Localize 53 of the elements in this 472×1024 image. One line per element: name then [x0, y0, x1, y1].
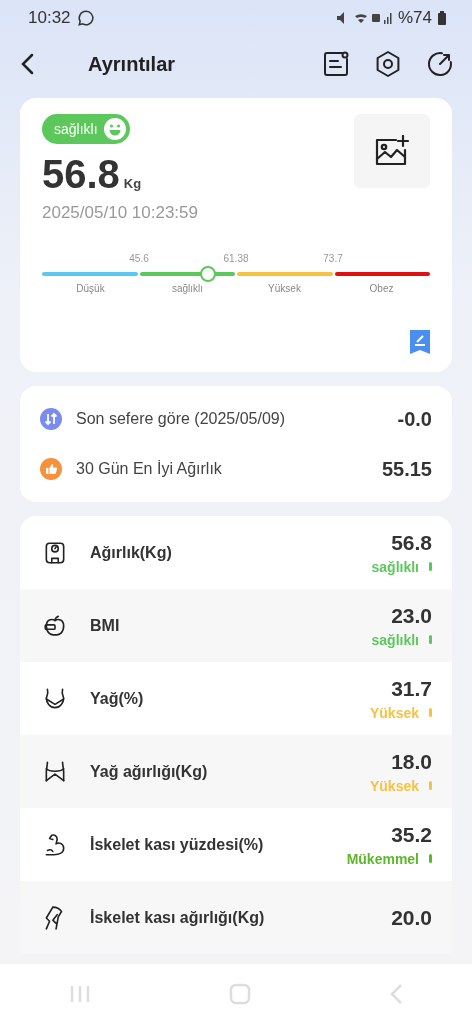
- threshold-label: 45.6: [129, 253, 149, 266]
- metric-label: Yağ(%): [90, 689, 145, 708]
- battery-percent: %74: [397, 8, 432, 28]
- metric-value: 35.2: [391, 822, 432, 847]
- metric-status: sağlıklı: [371, 558, 419, 575]
- metric-row[interactable]: Yağ(%) 31.7 Yüksek: [20, 662, 452, 735]
- thumbs-up-icon: [40, 458, 62, 480]
- metric-label: BMI: [90, 616, 121, 635]
- note-icon[interactable]: [322, 50, 350, 78]
- battery-icon: [438, 11, 446, 25]
- page-title: Ayrıntılar: [88, 52, 177, 76]
- settings-icon[interactable]: [374, 50, 402, 78]
- metric-row[interactable]: Ağırlık(Kg) 56.8 sağlıklı: [20, 516, 452, 589]
- range-label: Yüksek: [267, 283, 302, 294]
- threshold-label: 61.38: [223, 253, 249, 266]
- status-icons-drawing: [335, 10, 392, 26]
- smiley-icon: [102, 117, 127, 141]
- metric-label: İskelet kası yüzdesi(%): [90, 835, 265, 854]
- share-icon[interactable]: [426, 50, 454, 78]
- metric-row[interactable]: İskelet kası ağırlığı(Kg) 20.0: [20, 881, 452, 954]
- metric-value: 56.8: [391, 530, 432, 555]
- metric-value: 20.0: [391, 905, 432, 930]
- metric-status: sağlıklı: [371, 631, 419, 648]
- comparison-value: -0.0: [397, 407, 432, 431]
- comparison-label: 30 Gün En İyi Ağırlık: [76, 460, 223, 478]
- range-label: sağlıklı: [170, 283, 205, 294]
- up-down-arrows-icon: [40, 408, 62, 430]
- metric-status: Mükemmel: [346, 850, 419, 867]
- comparison-value: 55.15: [381, 457, 432, 481]
- add-photo-button[interactable]: [354, 114, 430, 188]
- range-label: Düşük: [75, 283, 106, 294]
- weight-value: 56.8: [42, 152, 120, 196]
- metric-label: Yağ ağırlığı(Kg): [90, 762, 209, 781]
- metric-label: İskelet kası ağırlığı(Kg): [90, 908, 266, 927]
- add-image-icon: [374, 135, 410, 167]
- clock-time: 10:32: [28, 8, 71, 28]
- badge-text: sağlıklı: [54, 121, 98, 137]
- metric-value: 31.7: [391, 676, 432, 701]
- metric-label: Ağırlık(Kg): [90, 543, 173, 562]
- metric-row[interactable]: Yağ ağırlığı(Kg) 18.0 Yüksek: [20, 735, 452, 808]
- comparison-label: Son sefere göre (2025/05/09): [76, 410, 287, 428]
- weight-unit: Kg: [123, 176, 142, 191]
- edit-note-icon[interactable]: [410, 330, 430, 354]
- metric-status: Yüksek: [369, 777, 419, 794]
- threshold-label: 73.7: [323, 253, 343, 266]
- metric-status: Yüksek: [369, 704, 419, 721]
- metric-value: 23.0: [391, 603, 432, 628]
- metric-row[interactable]: İskelet kası yüzdesi(%) 35.2 Mükemmel: [20, 808, 452, 881]
- chat-bubble-icon: [76, 9, 95, 27]
- metric-value: 18.0: [391, 749, 432, 774]
- measurement-date: 2025/05/10 10:23:59: [42, 203, 198, 223]
- metric-row[interactable]: BMI 23.0 sağlıklı: [20, 589, 452, 662]
- range-label: Obez: [368, 283, 395, 294]
